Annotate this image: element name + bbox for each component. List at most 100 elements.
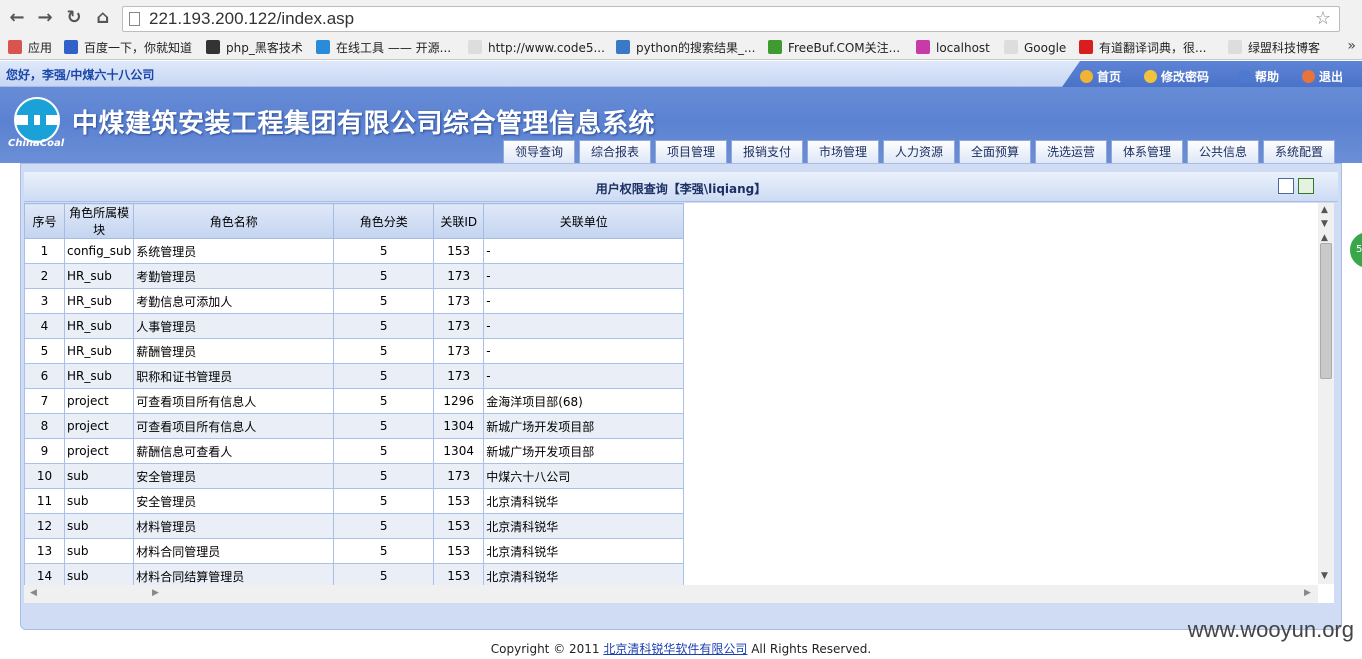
- bookmark-item[interactable]: python的搜索结果_...: [616, 40, 755, 56]
- menu-tab[interactable]: 报销支付: [731, 140, 803, 163]
- bookmark-label: 有道翻译词典，很...: [1099, 41, 1207, 55]
- bookmark-item[interactable]: Google: [1004, 40, 1066, 56]
- bookmark-item[interactable]: 百度一下，你就知道: [64, 40, 192, 56]
- table-cell: sub: [63, 488, 135, 514]
- table-cell: 9: [24, 438, 65, 464]
- table-cell: 可查看项目所有信息人: [133, 388, 335, 414]
- top-link[interactable]: 修改密码: [1144, 68, 1209, 85]
- menu-tab[interactable]: 洗选运营: [1035, 140, 1107, 163]
- bookmark-favicon-icon: [468, 40, 482, 54]
- bookmark-label: 在线工具 —— 开源...: [336, 41, 452, 55]
- table-cell: -: [483, 263, 685, 289]
- horizontal-scrollbar[interactable]: ◀ ▶ ▶: [24, 585, 1318, 603]
- table-cell: 金海洋项目部(68): [483, 388, 685, 414]
- table-row[interactable]: 13 sub 材料合同管理员 5 153 北京清科锐华: [24, 538, 685, 564]
- column-header[interactable]: 关联ID: [433, 203, 485, 239]
- table-row[interactable]: 12 sub 材料管理员 5 153 北京清科锐华: [24, 513, 685, 539]
- scroll-up-arrow-icon[interactable]: ▼: [1321, 219, 1328, 229]
- column-header[interactable]: 关联单位: [483, 203, 685, 239]
- copyright-suffix: All Rights Reserved.: [747, 642, 872, 656]
- table-row[interactable]: 6 HR_sub 职称和证书管理员 5 173-: [24, 363, 685, 389]
- table-cell: 2: [24, 263, 65, 289]
- table-row[interactable]: 2 HR_sub 考勤管理员 5 173-: [24, 263, 685, 289]
- top-link[interactable]: 帮助: [1238, 68, 1279, 85]
- column-header[interactable]: 角色分类: [333, 203, 435, 239]
- panel-header: 用户权限查询【李强\liqiang】: [24, 172, 1338, 202]
- table-cell: 173: [433, 313, 485, 339]
- bookmark-item[interactable]: 绿盟科技博客: [1228, 40, 1320, 56]
- menu-tab[interactable]: 公共信息: [1187, 140, 1259, 163]
- menu-tab[interactable]: 项目管理: [655, 140, 727, 163]
- menu-tab[interactable]: 人力资源: [883, 140, 955, 163]
- side-badge[interactable]: 5k: [1348, 230, 1362, 270]
- bookmark-item[interactable]: localhost: [916, 40, 990, 56]
- bookmarks-overflow-icon[interactable]: »: [1347, 38, 1356, 54]
- bookmark-favicon-icon: [1004, 40, 1018, 54]
- bookmark-favicon-icon: [1079, 40, 1093, 54]
- forward-arrow-icon[interactable]: →: [34, 7, 56, 29]
- scroll-left-arrow-icon[interactable]: ◀: [30, 588, 37, 598]
- column-header[interactable]: 角色所属模块: [63, 203, 135, 239]
- bookmark-star-icon[interactable]: ☆: [1315, 8, 1331, 29]
- bookmark-label: Google: [1024, 41, 1067, 55]
- table-cell: 5: [333, 463, 435, 489]
- column-header[interactable]: 序号: [24, 203, 65, 239]
- table-row[interactable]: 11 sub 安全管理员 5 153 北京清科锐华: [24, 488, 685, 514]
- bookmark-item[interactable]: http://www.code5...: [468, 40, 605, 56]
- table-row[interactable]: 7 project 可查看项目所有信息人 5 1296 金海洋项目部(68): [24, 388, 685, 414]
- table-cell: -: [483, 338, 685, 364]
- excel-export-icon[interactable]: [1298, 178, 1314, 194]
- company-link[interactable]: 北京清科锐华软件有限公司: [603, 642, 747, 656]
- table-cell: 10: [24, 463, 65, 489]
- table-row[interactable]: 8 project 可查看项目所有信息人 5 1304 新城广场开发项目部: [24, 413, 685, 439]
- scroll-right-arrow-icon[interactable]: ▶: [1304, 588, 1311, 598]
- scroll-right-arrow-icon[interactable]: ▶: [152, 588, 159, 598]
- column-header[interactable]: 角色名称: [133, 203, 335, 239]
- table-cell: sub: [63, 538, 135, 564]
- table-cell: 153: [433, 238, 485, 264]
- bookmark-label: http://www.code5...: [488, 41, 605, 55]
- table-cell: 北京清科锐华: [483, 513, 685, 539]
- menu-tab[interactable]: 市场管理: [807, 140, 879, 163]
- scrollbar-thumb[interactable]: [1320, 243, 1332, 379]
- bookmark-item[interactable]: 在线工具 —— 开源...: [316, 40, 451, 56]
- menu-tab[interactable]: 全面预算: [959, 140, 1031, 163]
- menu-tab[interactable]: 系统配置: [1263, 140, 1335, 163]
- print-preview-icon[interactable]: [1278, 178, 1294, 194]
- table-cell: 1304: [433, 413, 485, 439]
- bookmark-item[interactable]: php_黑客技术: [206, 40, 303, 56]
- table-cell: 153: [433, 488, 485, 514]
- bookmark-item[interactable]: 有道翻译词典，很...: [1079, 40, 1206, 56]
- table-row[interactable]: 5 HR_sub 薪酬管理员 5 173-: [24, 338, 685, 364]
- back-arrow-icon[interactable]: ←: [6, 7, 28, 29]
- scroll-up-arrow-icon[interactable]: ▲: [1321, 205, 1328, 215]
- scroll-down-arrow-icon[interactable]: ▼: [1321, 571, 1328, 581]
- bookmark-label: php_黑客技术: [226, 41, 303, 55]
- table-cell: 173: [433, 288, 485, 314]
- reload-icon[interactable]: ↻: [63, 7, 85, 29]
- vertical-scrollbar[interactable]: ▲ ▼ ▲ ▼: [1318, 203, 1334, 584]
- url-text[interactable]: 221.193.200.122/index.asp: [149, 9, 354, 29]
- table-cell: 考勤信息可添加人: [133, 288, 335, 314]
- logo-text: ChinaCoal: [8, 138, 65, 149]
- table-cell: -: [483, 313, 685, 339]
- table-row[interactable]: 1 config_sub 系统管理员 5 153-: [24, 238, 685, 264]
- table-cell: 5: [333, 363, 435, 389]
- top-link[interactable]: 退出: [1302, 68, 1343, 85]
- table-row[interactable]: 10 sub 安全管理员 5 173 中煤六十八公司: [24, 463, 685, 489]
- table-row[interactable]: 3 HR_sub 考勤信息可添加人 5 173-: [24, 288, 685, 314]
- menu-tab[interactable]: 领导查询: [503, 140, 575, 163]
- menu-tab[interactable]: 体系管理: [1111, 140, 1183, 163]
- menu-tab[interactable]: 综合报表: [579, 140, 651, 163]
- table-row[interactable]: 4 HR_sub 人事管理员 5 173-: [24, 313, 685, 339]
- home-icon[interactable]: ⌂: [92, 7, 114, 29]
- app-title: 中煤建筑安装工程集团有限公司综合管理信息系统: [72, 109, 656, 139]
- table-row[interactable]: 9 project 薪酬信息可查看人 5 1304 新城广场开发项目部: [24, 438, 685, 464]
- address-bar[interactable]: 221.193.200.122/index.asp ☆: [122, 6, 1340, 32]
- scroll-up-arrow-icon[interactable]: ▲: [1321, 233, 1328, 243]
- top-link[interactable]: 首页: [1080, 68, 1121, 85]
- table-cell: 4: [24, 313, 65, 339]
- bookmark-item[interactable]: FreeBuf.COM关注...: [768, 40, 900, 56]
- bookmark-item[interactable]: 应用: [8, 40, 52, 56]
- table-cell: 5: [333, 488, 435, 514]
